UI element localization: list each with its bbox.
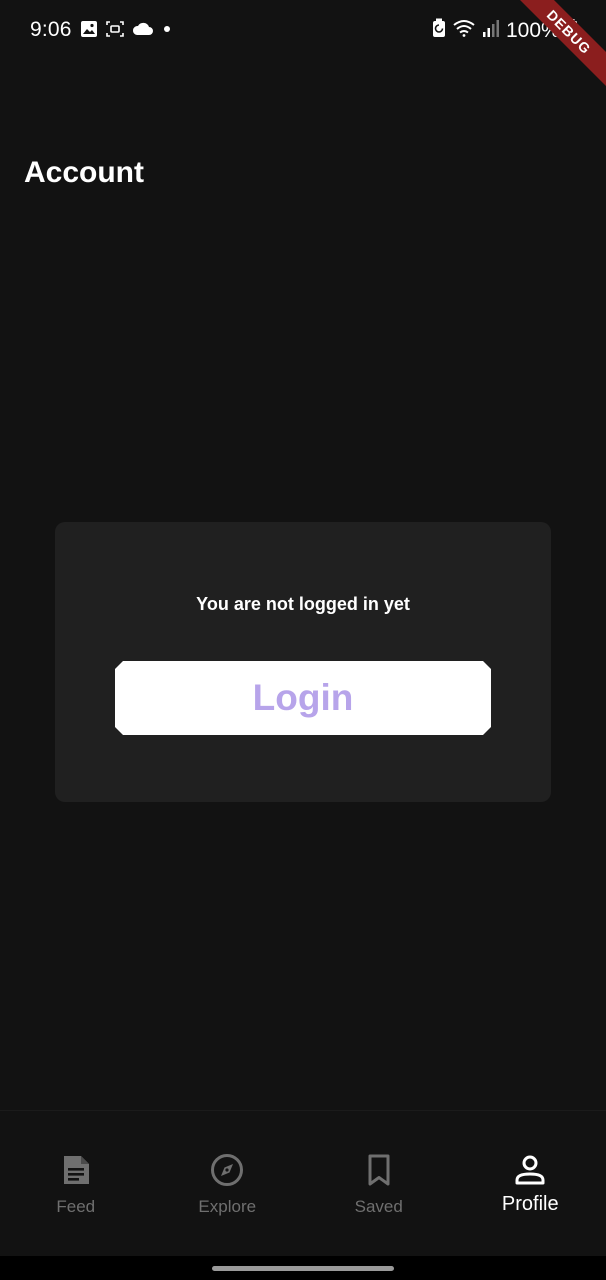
dot-icon — [162, 20, 172, 43]
login-button[interactable]: Login — [115, 661, 491, 735]
home-indicator[interactable] — [212, 1266, 394, 1271]
login-card: You are not logged in yet Login — [55, 522, 551, 802]
screenshot-icon — [106, 20, 124, 43]
nav-label-explore: Explore — [198, 1197, 257, 1216]
nav-item-profile[interactable]: Profile — [455, 1111, 606, 1231]
status-icons-left — [80, 20, 172, 43]
bookmark-icon — [362, 1153, 396, 1187]
nav-item-feed[interactable]: Feed — [0, 1111, 152, 1231]
system-navigation-bar — [0, 1256, 606, 1280]
app-screen: 9:06 100% DEBUG Account You are not logg… — [0, 0, 606, 1280]
nav-label-feed: Feed — [56, 1197, 96, 1216]
battery-saver-icon — [432, 18, 446, 43]
article-icon — [59, 1153, 93, 1187]
nav-label-saved: Saved — [354, 1197, 403, 1216]
not-logged-in-message: You are not logged in yet — [196, 594, 410, 614]
signal-icon — [482, 18, 500, 43]
wifi-icon — [452, 18, 476, 43]
cloud-icon — [132, 21, 154, 42]
page-title: Account — [24, 156, 144, 189]
status-bar: 9:06 100% DEBUG — [0, 0, 606, 94]
nav-label-profile: Profile — [501, 1193, 559, 1215]
person-icon — [513, 1153, 547, 1187]
compass-icon — [210, 1153, 244, 1187]
status-time: 9:06 — [30, 18, 72, 41]
nav-item-explore[interactable]: Explore — [152, 1111, 304, 1231]
nav-item-saved[interactable]: Saved — [303, 1111, 455, 1231]
image-icon — [80, 20, 98, 43]
bottom-navigation: Feed Explore Saved Profile — [0, 1110, 606, 1230]
debug-banner: DEBUG — [507, 0, 606, 94]
